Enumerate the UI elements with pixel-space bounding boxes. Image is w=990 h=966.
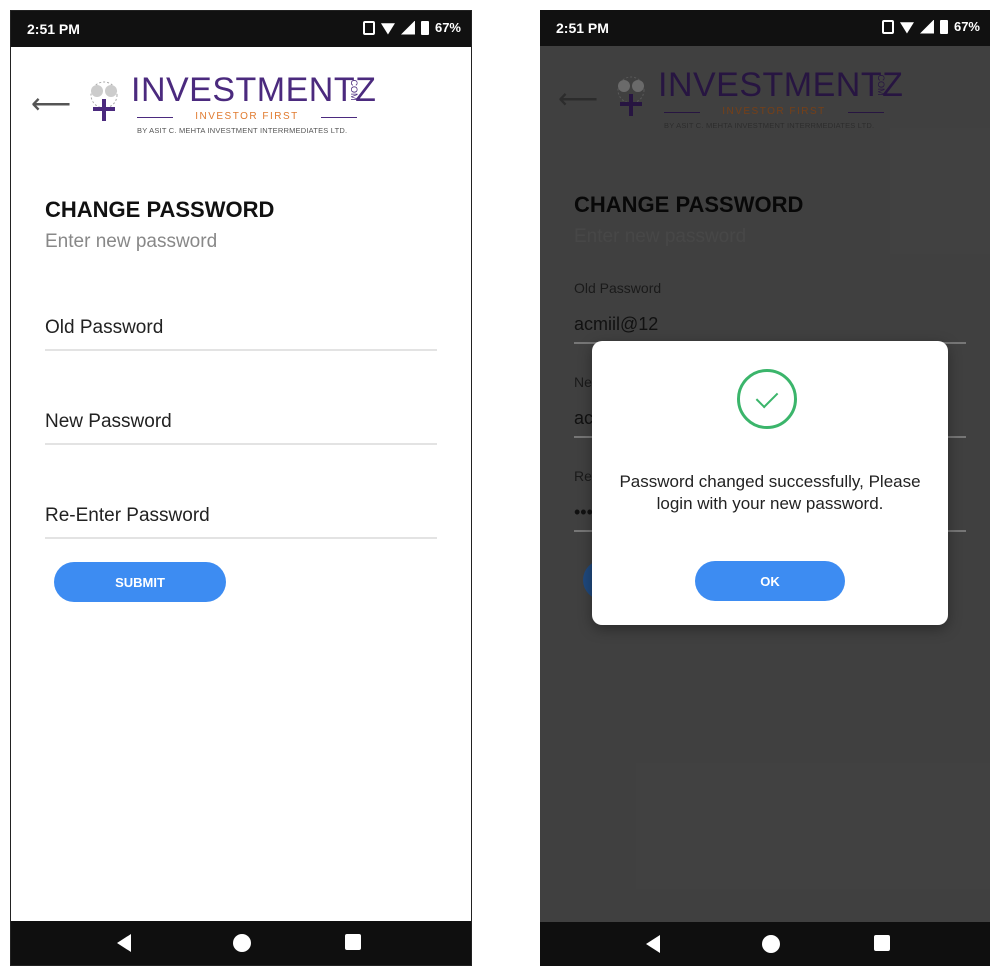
wifi-icon xyxy=(899,22,914,34)
success-dialog: Password changed successfully, Please lo… xyxy=(592,341,948,625)
reenter-password-placeholder: Re-Enter Password xyxy=(45,505,210,526)
battery-icon xyxy=(420,20,429,35)
vibrate-icon xyxy=(881,19,894,34)
signal-icon xyxy=(400,20,415,35)
nav-recent-icon[interactable] xyxy=(345,934,361,950)
submit-button[interactable]: SUBMIT xyxy=(54,562,226,602)
password-changed-screen: 2:51 PM 67% ⟵ INVESTMENTZ .COM INVESTOR … xyxy=(540,10,990,966)
status-time: 2:51 PM xyxy=(556,20,609,36)
new-password-placeholder: New Password xyxy=(45,411,172,432)
page-subtitle: Enter new password xyxy=(45,231,218,252)
nav-home-icon[interactable] xyxy=(762,935,780,953)
old-password-placeholder: Old Password xyxy=(45,317,164,338)
ok-button[interactable]: OK xyxy=(695,561,845,601)
page-title: CHANGE PASSWORD xyxy=(45,197,275,222)
battery-level: 67% xyxy=(953,19,980,34)
nav-recent-icon[interactable] xyxy=(874,935,890,951)
status-time: 2:51 PM xyxy=(27,21,80,37)
nav-home-icon[interactable] xyxy=(233,934,251,952)
vibrate-icon xyxy=(362,20,375,35)
brand-com: .COM xyxy=(349,77,359,101)
battery-icon xyxy=(939,19,948,34)
reenter-password-field[interactable]: Re-Enter Password xyxy=(45,499,437,539)
nav-back-icon[interactable] xyxy=(646,935,660,953)
new-password-field[interactable]: New Password xyxy=(45,405,437,445)
back-arrow-icon[interactable]: ⟵ xyxy=(31,87,71,120)
signal-icon xyxy=(919,19,934,34)
old-password-field[interactable]: Old Password xyxy=(45,311,437,351)
brand-subtitle: BY ASIT C. MEHTA INVESTMENT INTERRMEDIAT… xyxy=(137,126,348,135)
change-password-screen: 2:51 PM 67% ⟵ INVESTMENTZ .COM INVESTOR … xyxy=(10,10,472,966)
status-bar: 2:51 PM 67% xyxy=(11,11,471,47)
system-nav-bar xyxy=(11,921,471,965)
checkmark-icon xyxy=(737,369,797,429)
battery-level: 67% xyxy=(434,20,461,35)
brand-name: INVESTMENTZ xyxy=(131,71,377,109)
nav-back-icon[interactable] xyxy=(117,934,131,952)
status-bar: 2:51 PM 67% xyxy=(540,10,990,46)
brand-tagline: INVESTOR FIRST xyxy=(137,111,357,122)
system-nav-bar xyxy=(540,922,990,966)
wifi-icon xyxy=(380,23,395,35)
logo-tree-icon xyxy=(90,81,118,121)
success-message: Password changed successfully, Please lo… xyxy=(619,472,921,513)
